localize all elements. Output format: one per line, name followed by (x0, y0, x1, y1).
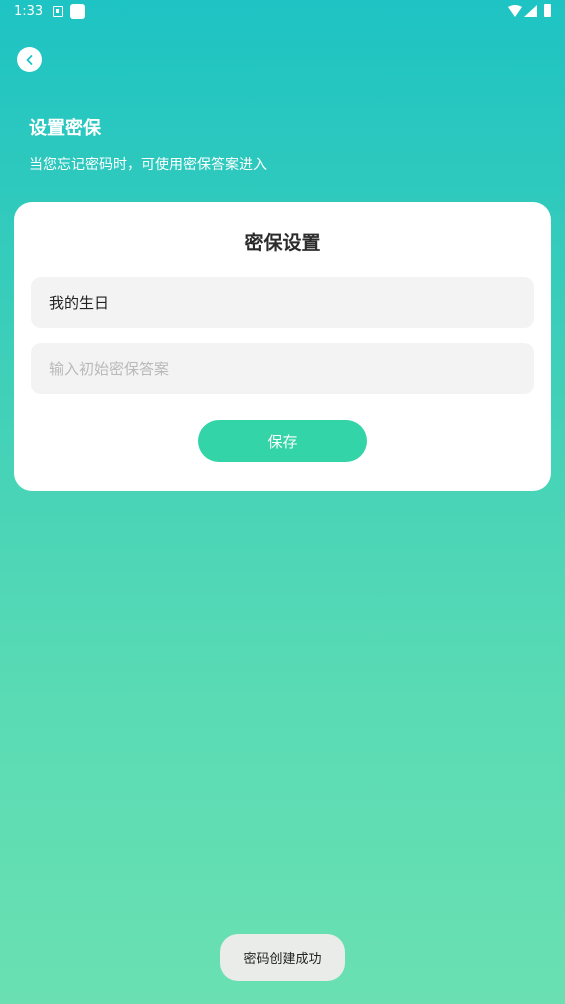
back-button[interactable] (17, 47, 42, 72)
card-title: 密保设置 (244, 232, 321, 254)
toast-message: 密码创建成功 (220, 934, 345, 981)
save-button[interactable]: 保存 (198, 420, 367, 462)
battery-icon (544, 4, 551, 17)
page-subtitle: 当您忘记密码时，可使用密保答案进入 (29, 157, 267, 173)
toast-text: 密码创建成功 (243, 952, 322, 967)
security-answer-input[interactable] (31, 343, 534, 394)
signal-icon (524, 5, 537, 17)
page-title: 设置密保 (29, 118, 101, 139)
security-question-select[interactable]: 我的生日 (31, 277, 534, 328)
status-time: 1:33 (14, 4, 44, 19)
security-question-value: 我的生日 (49, 294, 110, 312)
a-notification-icon (53, 6, 63, 17)
square-notification-icon (70, 4, 85, 19)
chevron-left-icon (26, 54, 32, 65)
wifi-icon (508, 5, 522, 17)
status-bar: 1:33 (0, 0, 565, 24)
